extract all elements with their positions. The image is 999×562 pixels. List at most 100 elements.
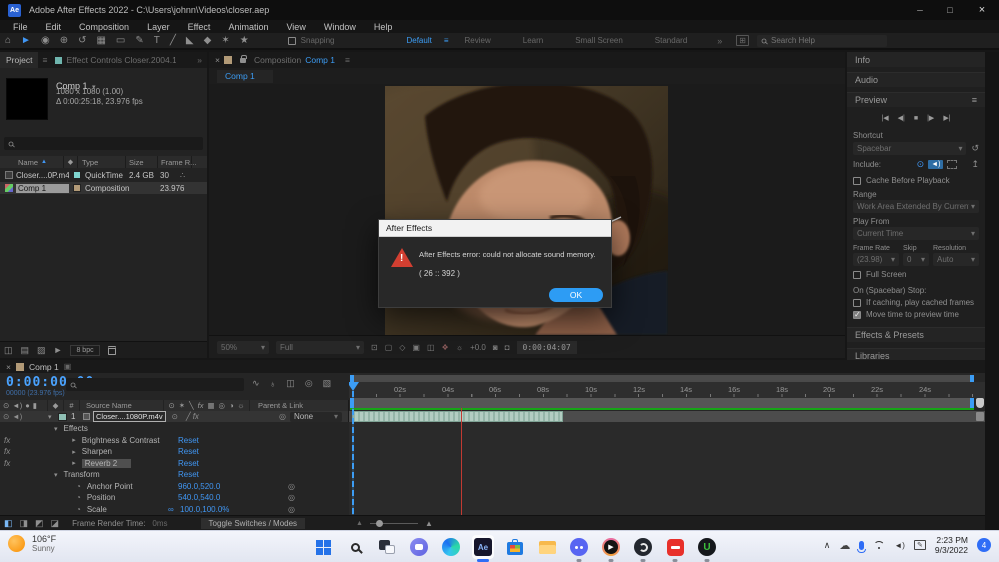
- project-panel-menu-icon[interactable]: ≡: [38, 55, 51, 65]
- menu-file[interactable]: File: [4, 22, 37, 32]
- time-ruler[interactable]: 02s 04s 06s 08s 10s 12s 14s 16s 18s 20s …: [349, 382, 985, 398]
- zoom-slider-knob[interactable]: [376, 520, 383, 527]
- clock-widget[interactable]: 2:23 PM 9/3/2022: [935, 535, 968, 555]
- work-area-bar-top[interactable]: [350, 375, 974, 382]
- discord-icon[interactable]: [568, 535, 590, 559]
- work-area-end-handle[interactable]: [970, 375, 974, 382]
- draft-3d-icon[interactable]: ♁: [270, 379, 277, 389]
- workspace-menu-icon[interactable]: ≡: [444, 36, 449, 45]
- effects-group-row[interactable]: ▾ Effects: [0, 423, 349, 435]
- col-type[interactable]: Type: [82, 158, 98, 167]
- effect-row-brightness[interactable]: fx ▸ Brightness & Contrast Reset: [0, 435, 349, 447]
- stop-button[interactable]: ■: [914, 115, 918, 122]
- prev-frame-button[interactable]: ◀|: [898, 114, 905, 122]
- project-row-footage[interactable]: Closer....0P.m4v QuickTime 2.4 GB 30 ∴: [0, 169, 207, 181]
- include-video-icon[interactable]: ⊙: [917, 159, 925, 170]
- work-area-bar[interactable]: [350, 398, 974, 408]
- menu-window[interactable]: Window: [315, 22, 365, 32]
- viewer-panel-menu-icon[interactable]: ≡: [345, 55, 350, 65]
- panel-preview[interactable]: Preview≡: [847, 92, 985, 107]
- workspace-overflow-icon[interactable]: »: [717, 36, 722, 46]
- obs-icon[interactable]: [632, 535, 654, 559]
- shape-tool-icon[interactable]: ▭: [116, 32, 125, 49]
- green-app-icon[interactable]: U: [696, 535, 718, 559]
- footage-name[interactable]: Closer....0P.m4v: [16, 171, 69, 180]
- menu-animation[interactable]: Animation: [219, 22, 277, 32]
- puppet-tool-icon[interactable]: ★: [240, 32, 249, 49]
- layer-row[interactable]: ⊙ ◄) ▾ 1 Closer....1080P.m4v ⊙ ╱ fx ◎ No…: [0, 411, 349, 422]
- parent-select[interactable]: None▾: [290, 412, 342, 422]
- row-chevron-icon[interactable]: ▸: [72, 448, 76, 456]
- help-search[interactable]: [757, 35, 887, 47]
- graph-editor-icon[interactable]: ▧: [323, 378, 332, 389]
- interpret-footage-icon[interactable]: ◫: [4, 345, 13, 356]
- group-chevron-icon[interactable]: ▾: [54, 425, 58, 433]
- timeline-tab-label[interactable]: Comp 1: [29, 362, 59, 372]
- snapping-checkbox[interactable]: [288, 37, 296, 45]
- move-time-checkbox[interactable]: [853, 311, 861, 319]
- viewer-subtab[interactable]: Comp 1: [217, 70, 273, 83]
- stopwatch-icon[interactable]: ◔: [76, 482, 81, 491]
- minimize-button[interactable]: ─: [905, 6, 935, 15]
- weather-widget[interactable]: 106°F Sunny: [8, 534, 56, 553]
- timeline-tab-close-icon[interactable]: ×: [6, 362, 11, 372]
- frame-blending-icon[interactable]: ◫: [286, 378, 295, 389]
- panel-effects-presets[interactable]: Effects & Presets: [847, 327, 985, 342]
- rotation-tool-icon[interactable]: ↺: [78, 32, 86, 49]
- cache-before-playback-checkbox[interactable]: [853, 177, 861, 185]
- pickwhip-icon[interactable]: ◎: [288, 493, 295, 502]
- layer-fx-icon[interactable]: fx: [193, 412, 199, 421]
- microphone-icon[interactable]: [859, 541, 864, 550]
- view-layout-icon[interactable]: ◫: [427, 343, 435, 352]
- timeline-search[interactable]: [66, 378, 244, 391]
- pen-input-icon[interactable]: ✎: [914, 540, 926, 550]
- full-screen-checkbox[interactable]: [853, 271, 861, 279]
- group-chevron-icon[interactable]: ▾: [54, 471, 58, 479]
- tab-project[interactable]: Project: [0, 52, 38, 68]
- type-tool-icon[interactable]: T: [154, 32, 160, 49]
- tray-chevron-up-icon[interactable]: ∧: [824, 540, 831, 551]
- pen-tool-icon[interactable]: ✎: [135, 32, 143, 49]
- new-comp-icon[interactable]: ▨: [37, 345, 46, 356]
- reset-sharpen-link[interactable]: Reset: [178, 447, 199, 456]
- pickwhip-icon[interactable]: ◎: [288, 505, 295, 514]
- zoom-select[interactable]: 50%▾: [217, 341, 269, 354]
- toggle-switches-button[interactable]: Toggle Switches / Modes: [201, 518, 306, 529]
- include-overlays-icon[interactable]: [947, 160, 957, 169]
- menu-composition[interactable]: Composition: [70, 22, 138, 32]
- task-view-icon[interactable]: [376, 535, 398, 559]
- media-player-icon[interactable]: ▶: [600, 535, 622, 559]
- col-frame-rate[interactable]: Frame R...: [161, 158, 196, 167]
- workspace-small-screen[interactable]: Small Screen: [575, 36, 623, 45]
- project-search[interactable]: [4, 137, 203, 150]
- work-area-start-handle[interactable]: [350, 375, 354, 382]
- menu-help[interactable]: Help: [365, 22, 402, 32]
- after-effects-app-icon[interactable]: Ae: [472, 535, 494, 559]
- timeline-search-input[interactable]: [80, 380, 230, 389]
- reset-brightness-link[interactable]: Reset: [178, 436, 199, 445]
- chat-icon[interactable]: [408, 535, 430, 559]
- region-of-interest-icon[interactable]: ◇: [399, 343, 405, 352]
- comp-name-cell[interactable]: Comp 1: [16, 184, 69, 193]
- tab-overflow-icon[interactable]: »: [192, 55, 207, 65]
- track-options-icon[interactable]: [976, 412, 984, 421]
- selection-tool-icon[interactable]: ►: [21, 32, 31, 49]
- tab-effect-controls[interactable]: Effect Controls Closer.2004.108: [66, 55, 176, 65]
- workspace-learn[interactable]: Learn: [523, 36, 543, 45]
- transform-group-row[interactable]: ▾ Transform Reset: [0, 469, 349, 481]
- comp-label-swatch[interactable]: [73, 184, 81, 192]
- grid-guides-icon[interactable]: ⊡: [371, 343, 378, 352]
- footage-label-swatch[interactable]: [73, 171, 81, 179]
- workspace-default[interactable]: Default: [406, 36, 431, 45]
- label-color-icon[interactable]: ◆: [68, 158, 73, 166]
- pickwhip-icon[interactable]: ◎: [288, 482, 295, 491]
- wifi-icon[interactable]: [873, 541, 885, 550]
- volume-icon[interactable]: ◄): [894, 541, 905, 550]
- position-value[interactable]: 540.0,540.0: [178, 493, 220, 502]
- scale-value[interactable]: 100.0,100.0%: [180, 505, 229, 514]
- dialog-title-bar[interactable]: After Effects: [379, 220, 611, 237]
- layer-video-eye-icon[interactable]: ⊙: [3, 412, 9, 421]
- menu-view[interactable]: View: [277, 22, 314, 32]
- home-tool-icon[interactable]: ⌂: [5, 32, 11, 49]
- project-row-comp[interactable]: Comp 1 Composition 23.976: [0, 182, 207, 194]
